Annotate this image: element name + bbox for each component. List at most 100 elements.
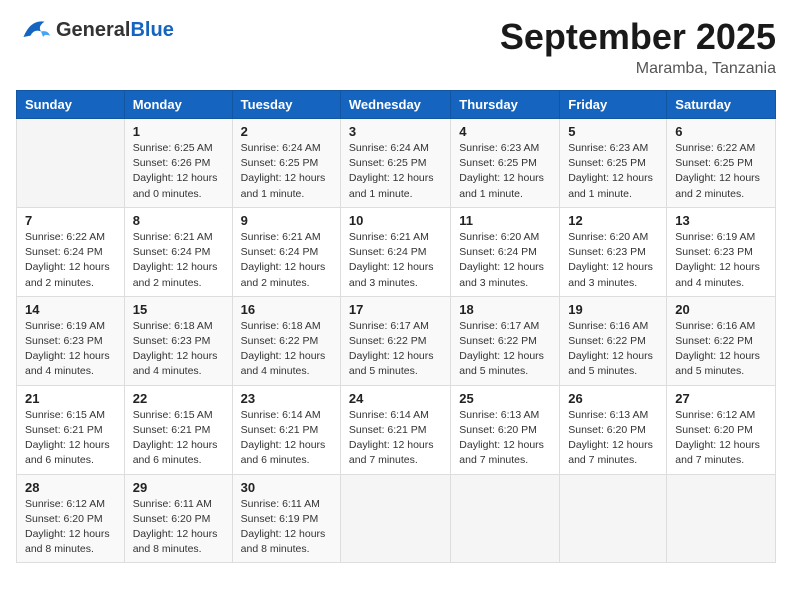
calendar-cell xyxy=(451,474,560,563)
day-number: 3 xyxy=(349,124,442,139)
calendar-cell: 26 Sunrise: 6:13 AMSunset: 6:20 PMDaylig… xyxy=(560,385,667,474)
day-detail: Sunrise: 6:23 AMSunset: 6:25 PMDaylight:… xyxy=(568,141,658,202)
month-title: September 2025 xyxy=(500,16,776,58)
day-number: 11 xyxy=(459,213,551,228)
day-detail: Sunrise: 6:11 AMSunset: 6:20 PMDaylight:… xyxy=(133,497,224,558)
day-detail: Sunrise: 6:18 AMSunset: 6:22 PMDaylight:… xyxy=(241,319,332,380)
calendar-cell: 5 Sunrise: 6:23 AMSunset: 6:25 PMDayligh… xyxy=(560,119,667,208)
day-number: 30 xyxy=(241,480,332,495)
calendar-cell: 17 Sunrise: 6:17 AMSunset: 6:22 PMDaylig… xyxy=(340,296,450,385)
header-cell-sunday: Sunday xyxy=(17,91,125,119)
day-detail: Sunrise: 6:13 AMSunset: 6:20 PMDaylight:… xyxy=(568,408,658,469)
day-detail: Sunrise: 6:15 AMSunset: 6:21 PMDaylight:… xyxy=(25,408,116,469)
day-number: 7 xyxy=(25,213,116,228)
header-cell-friday: Friday xyxy=(560,91,667,119)
calendar-cell: 2 Sunrise: 6:24 AMSunset: 6:25 PMDayligh… xyxy=(232,119,340,208)
day-detail: Sunrise: 6:17 AMSunset: 6:22 PMDaylight:… xyxy=(349,319,442,380)
calendar-cell: 18 Sunrise: 6:17 AMSunset: 6:22 PMDaylig… xyxy=(451,296,560,385)
calendar-week-3: 14 Sunrise: 6:19 AMSunset: 6:23 PMDaylig… xyxy=(17,296,776,385)
day-number: 15 xyxy=(133,302,224,317)
calendar-cell: 19 Sunrise: 6:16 AMSunset: 6:22 PMDaylig… xyxy=(560,296,667,385)
day-number: 29 xyxy=(133,480,224,495)
page-header: GeneralBlue September 2025 Maramba, Tanz… xyxy=(16,16,776,78)
calendar-cell xyxy=(560,474,667,563)
day-number: 4 xyxy=(459,124,551,139)
logo-icon xyxy=(16,16,52,44)
calendar-cell: 24 Sunrise: 6:14 AMSunset: 6:21 PMDaylig… xyxy=(340,385,450,474)
calendar-cell xyxy=(667,474,776,563)
logo-text: GeneralBlue xyxy=(56,19,174,41)
day-number: 27 xyxy=(675,391,767,406)
calendar-week-2: 7 Sunrise: 6:22 AMSunset: 6:24 PMDayligh… xyxy=(17,207,776,296)
day-detail: Sunrise: 6:12 AMSunset: 6:20 PMDaylight:… xyxy=(25,497,116,558)
day-number: 13 xyxy=(675,213,767,228)
day-number: 5 xyxy=(568,124,658,139)
day-detail: Sunrise: 6:22 AMSunset: 6:24 PMDaylight:… xyxy=(25,230,116,291)
calendar-cell xyxy=(17,119,125,208)
calendar-cell: 22 Sunrise: 6:15 AMSunset: 6:21 PMDaylig… xyxy=(124,385,232,474)
day-number: 22 xyxy=(133,391,224,406)
day-number: 12 xyxy=(568,213,658,228)
day-number: 1 xyxy=(133,124,224,139)
calendar-cell xyxy=(340,474,450,563)
calendar-cell: 4 Sunrise: 6:23 AMSunset: 6:25 PMDayligh… xyxy=(451,119,560,208)
header-cell-tuesday: Tuesday xyxy=(232,91,340,119)
calendar-cell: 13 Sunrise: 6:19 AMSunset: 6:23 PMDaylig… xyxy=(667,207,776,296)
day-detail: Sunrise: 6:16 AMSunset: 6:22 PMDaylight:… xyxy=(675,319,767,380)
day-number: 25 xyxy=(459,391,551,406)
calendar-cell: 3 Sunrise: 6:24 AMSunset: 6:25 PMDayligh… xyxy=(340,119,450,208)
day-detail: Sunrise: 6:11 AMSunset: 6:19 PMDaylight:… xyxy=(241,497,332,558)
calendar-week-4: 21 Sunrise: 6:15 AMSunset: 6:21 PMDaylig… xyxy=(17,385,776,474)
header-cell-monday: Monday xyxy=(124,91,232,119)
day-detail: Sunrise: 6:24 AMSunset: 6:25 PMDaylight:… xyxy=(349,141,442,202)
calendar-cell: 7 Sunrise: 6:22 AMSunset: 6:24 PMDayligh… xyxy=(17,207,125,296)
calendar-cell: 6 Sunrise: 6:22 AMSunset: 6:25 PMDayligh… xyxy=(667,119,776,208)
calendar-cell: 8 Sunrise: 6:21 AMSunset: 6:24 PMDayligh… xyxy=(124,207,232,296)
location: Maramba, Tanzania xyxy=(500,60,776,78)
day-detail: Sunrise: 6:14 AMSunset: 6:21 PMDaylight:… xyxy=(241,408,332,469)
day-number: 16 xyxy=(241,302,332,317)
day-detail: Sunrise: 6:21 AMSunset: 6:24 PMDaylight:… xyxy=(133,230,224,291)
day-detail: Sunrise: 6:19 AMSunset: 6:23 PMDaylight:… xyxy=(25,319,116,380)
title-section: September 2025 Maramba, Tanzania xyxy=(500,16,776,78)
day-number: 18 xyxy=(459,302,551,317)
calendar-cell: 28 Sunrise: 6:12 AMSunset: 6:20 PMDaylig… xyxy=(17,474,125,563)
day-detail: Sunrise: 6:21 AMSunset: 6:24 PMDaylight:… xyxy=(241,230,332,291)
calendar-cell: 23 Sunrise: 6:14 AMSunset: 6:21 PMDaylig… xyxy=(232,385,340,474)
calendar-cell: 20 Sunrise: 6:16 AMSunset: 6:22 PMDaylig… xyxy=(667,296,776,385)
calendar-cell: 12 Sunrise: 6:20 AMSunset: 6:23 PMDaylig… xyxy=(560,207,667,296)
day-number: 28 xyxy=(25,480,116,495)
calendar-cell: 10 Sunrise: 6:21 AMSunset: 6:24 PMDaylig… xyxy=(340,207,450,296)
day-detail: Sunrise: 6:25 AMSunset: 6:26 PMDaylight:… xyxy=(133,141,224,202)
day-detail: Sunrise: 6:14 AMSunset: 6:21 PMDaylight:… xyxy=(349,408,442,469)
calendar-cell: 16 Sunrise: 6:18 AMSunset: 6:22 PMDaylig… xyxy=(232,296,340,385)
calendar-cell: 14 Sunrise: 6:19 AMSunset: 6:23 PMDaylig… xyxy=(17,296,125,385)
calendar-week-5: 28 Sunrise: 6:12 AMSunset: 6:20 PMDaylig… xyxy=(17,474,776,563)
header-cell-wednesday: Wednesday xyxy=(340,91,450,119)
calendar-cell: 15 Sunrise: 6:18 AMSunset: 6:23 PMDaylig… xyxy=(124,296,232,385)
day-number: 23 xyxy=(241,391,332,406)
calendar-cell: 9 Sunrise: 6:21 AMSunset: 6:24 PMDayligh… xyxy=(232,207,340,296)
day-detail: Sunrise: 6:17 AMSunset: 6:22 PMDaylight:… xyxy=(459,319,551,380)
calendar-week-1: 1 Sunrise: 6:25 AMSunset: 6:26 PMDayligh… xyxy=(17,119,776,208)
day-number: 14 xyxy=(25,302,116,317)
day-number: 8 xyxy=(133,213,224,228)
header-row: SundayMondayTuesdayWednesdayThursdayFrid… xyxy=(17,91,776,119)
day-detail: Sunrise: 6:22 AMSunset: 6:25 PMDaylight:… xyxy=(675,141,767,202)
calendar-cell: 21 Sunrise: 6:15 AMSunset: 6:21 PMDaylig… xyxy=(17,385,125,474)
calendar-table: SundayMondayTuesdayWednesdayThursdayFrid… xyxy=(16,90,776,563)
day-detail: Sunrise: 6:21 AMSunset: 6:24 PMDaylight:… xyxy=(349,230,442,291)
logo: GeneralBlue xyxy=(16,16,174,44)
day-number: 9 xyxy=(241,213,332,228)
day-number: 20 xyxy=(675,302,767,317)
day-detail: Sunrise: 6:13 AMSunset: 6:20 PMDaylight:… xyxy=(459,408,551,469)
day-detail: Sunrise: 6:20 AMSunset: 6:24 PMDaylight:… xyxy=(459,230,551,291)
calendar-cell: 25 Sunrise: 6:13 AMSunset: 6:20 PMDaylig… xyxy=(451,385,560,474)
day-detail: Sunrise: 6:18 AMSunset: 6:23 PMDaylight:… xyxy=(133,319,224,380)
calendar-cell: 1 Sunrise: 6:25 AMSunset: 6:26 PMDayligh… xyxy=(124,119,232,208)
day-number: 6 xyxy=(675,124,767,139)
day-number: 21 xyxy=(25,391,116,406)
day-detail: Sunrise: 6:20 AMSunset: 6:23 PMDaylight:… xyxy=(568,230,658,291)
day-number: 2 xyxy=(241,124,332,139)
calendar-cell: 27 Sunrise: 6:12 AMSunset: 6:20 PMDaylig… xyxy=(667,385,776,474)
